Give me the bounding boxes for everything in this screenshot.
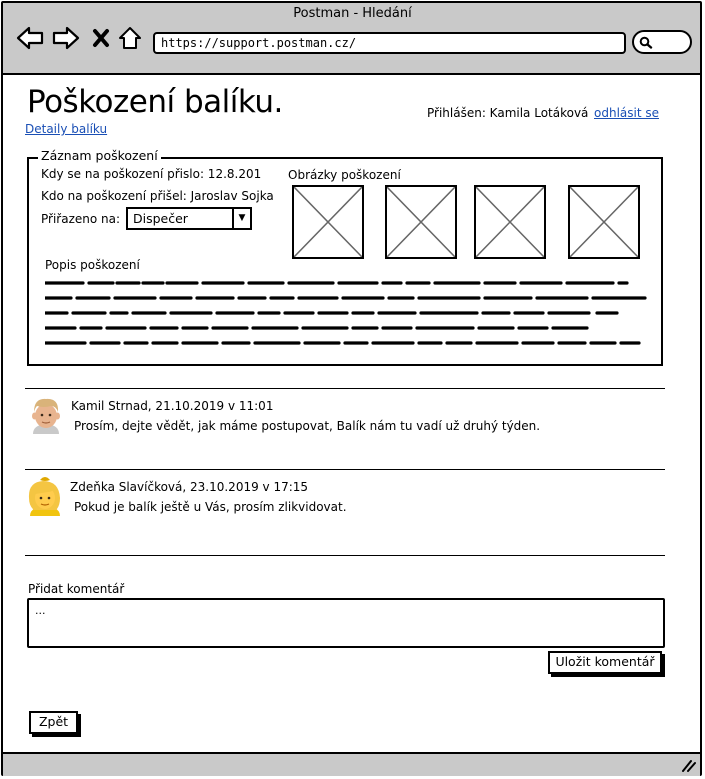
resize-grip-icon[interactable]: [680, 758, 696, 772]
damage-date: Kdy se na poškození přislo: 12.8.201: [41, 167, 262, 181]
comment-author: Zdeňka Slavíčková, 23.10.2019 v 17:15: [70, 480, 309, 494]
search-icon: [639, 36, 653, 49]
url-bar[interactable]: https://support.postman.cz/: [153, 32, 626, 54]
assigned-label: Přiřazeno na:: [41, 212, 121, 226]
browser-statusbar: [3, 752, 700, 776]
logged-in-user: Přihlášen: Kamila Lotáková: [427, 106, 589, 120]
assigned-select-value: Dispečer: [133, 211, 188, 226]
forward-arrow-icon[interactable]: [51, 24, 81, 52]
comment-textarea[interactable]: ...: [27, 598, 665, 648]
window-title: Postman - Hledání: [293, 6, 412, 21]
male-avatar-icon: [29, 396, 63, 434]
female-avatar-icon: [26, 476, 60, 516]
damage-image-1[interactable]: [292, 185, 364, 259]
comment-text: Pokud je balík ještě u Vás, prosím zlikv…: [74, 500, 347, 514]
page-title: Poškození balíku.: [27, 84, 283, 120]
comment-author: Kamil Strnad, 21.10.2019 v 11:01: [71, 399, 274, 413]
damage-image-2[interactable]: [385, 185, 457, 259]
damage-image-4[interactable]: [568, 185, 640, 259]
divider: [25, 555, 665, 556]
logout-link[interactable]: odhlásit se: [594, 106, 659, 120]
browser-search-box[interactable]: [632, 30, 692, 54]
divider: [25, 469, 665, 470]
stop-icon[interactable]: [90, 24, 112, 52]
chevron-down-icon[interactable]: ▼: [232, 209, 250, 228]
damage-image-3[interactable]: [474, 185, 546, 259]
details-link[interactable]: Detaily balíku: [25, 122, 107, 136]
description-label: Popis poškození: [45, 258, 140, 272]
back-arrow-icon[interactable]: [15, 24, 45, 52]
divider: [25, 388, 665, 389]
assigned-select[interactable]: Dispečer ▼: [126, 207, 252, 230]
damage-record-legend: Záznam poškození: [38, 148, 161, 163]
save-comment-button[interactable]: Uložit komentář: [548, 651, 662, 674]
back-button[interactable]: Zpět: [29, 711, 78, 734]
description-scribble-text: [45, 281, 647, 345]
images-label: Obrázky poškození: [288, 168, 401, 182]
home-icon[interactable]: [117, 24, 143, 52]
damage-reporter: Kdo na poškození přišel: Jaroslav Sojka: [41, 189, 274, 203]
comment-text: Prosím, dejte vědět, jak máme postupovat…: [74, 419, 541, 433]
add-comment-label: Přidat komentář: [28, 582, 125, 596]
